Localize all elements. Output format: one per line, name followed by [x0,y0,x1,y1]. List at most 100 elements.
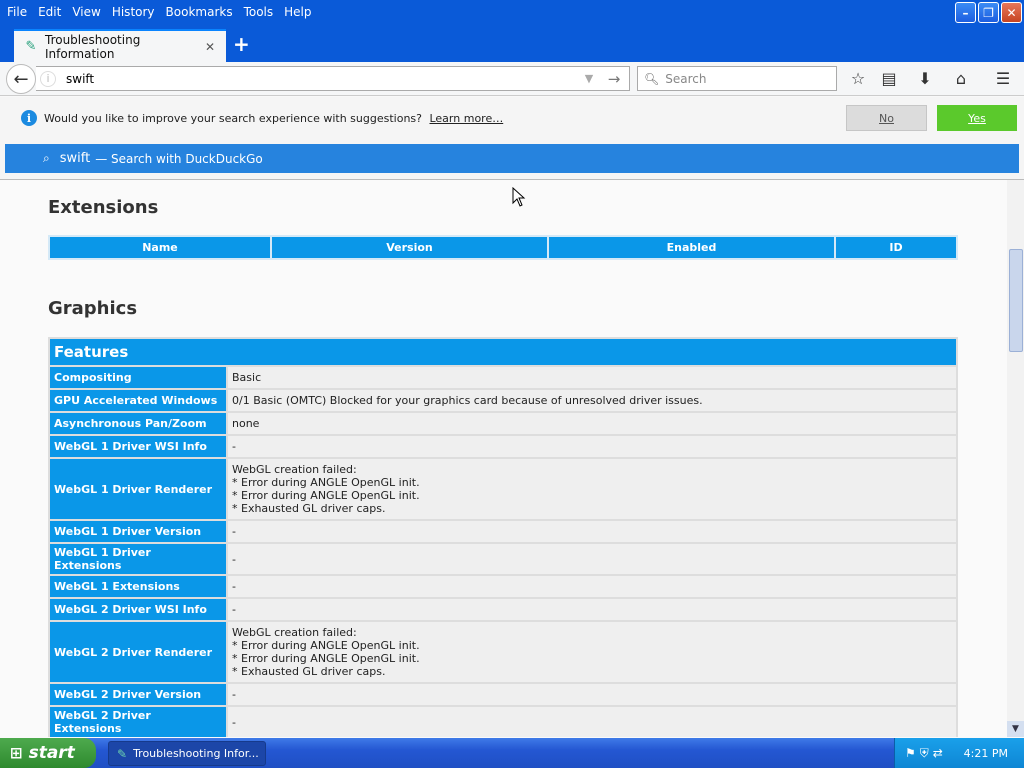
table-row: Compositing Basic [48,365,958,390]
tab-bar: ✎ Troubleshooting Information ✕ + [0,24,1024,62]
url-dropdown-icon[interactable]: ▼ [579,72,599,85]
table-row: WebGL 2 Driver Version - [48,682,958,707]
feature-value: Basic [226,365,958,390]
page-content: Extensions Name Version Enabled ID Graph… [0,180,1007,737]
learn-more-link[interactable]: Learn more… [429,112,503,125]
taskbar-item-firefox[interactable]: ✎ Troubleshooting Infor... [108,741,266,766]
windows-logo-icon: ⊞ [10,744,23,762]
suggestion-action: — Search with DuckDuckGo [95,151,263,166]
navigation-toolbar: ← i swift ▼ → 🔍︎ Search ☆ ▤ ⬇ ⌂ ☰ [0,62,1024,96]
home-icon[interactable]: ⌂ [950,68,972,90]
menu-tools[interactable]: Tools [244,5,274,19]
table-row: WebGL 1 Extensions - [48,574,958,599]
taskbar-item-label: Troubleshooting Infor... [133,747,259,760]
tab-close-icon[interactable]: ✕ [202,40,218,54]
extensions-heading: Extensions [48,197,159,218]
feature-value: - [226,434,958,459]
url-suggestion-popup: i Would you like to improve your search … [0,97,1024,180]
search-suggestion-row[interactable]: ⌕ swift — Search with DuckDuckGo [5,144,1019,173]
feature-key: WebGL 2 Driver Version [48,682,228,707]
scroll-down-icon[interactable]: ▼ [1007,721,1024,737]
feature-value-line: Basic [232,371,262,384]
feature-value: - [226,519,958,544]
reading-list-icon[interactable]: ▤ [878,68,900,90]
menu-help[interactable]: Help [284,5,311,19]
table-row: WebGL 1 Driver Renderer WebGL creation fa… [48,457,958,521]
back-arrow-icon[interactable]: ← [6,64,36,94]
feature-key: WebGL 2 Driver Renderer [48,620,228,684]
menu-file[interactable]: File [7,5,27,19]
table-row: WebGL 1 Driver Version - [48,519,958,544]
feature-key: Asynchronous Pan/Zoom [48,411,228,436]
feature-key: WebGL 1 Driver Renderer [48,457,228,521]
menu-history[interactable]: History [112,5,155,19]
scrollbar-thumb[interactable] [1009,249,1023,352]
search-input[interactable]: 🔍︎ Search [637,66,837,91]
feature-value: - [226,682,958,707]
search-icon: ⌕ [43,151,50,165]
minimize-icon[interactable]: – [955,2,976,23]
windows-taskbar: ⊞ start ✎ Troubleshooting Infor... ⚑ ⛨ ⇄… [0,738,1024,768]
hamburger-menu-icon[interactable]: ☰ [992,68,1014,90]
restore-icon[interactable]: ❐ [978,2,999,23]
wrench-icon: ✎ [117,746,128,761]
menu-bookmarks[interactable]: Bookmarks [166,5,233,19]
no-button[interactable]: No [846,105,927,131]
url-input[interactable]: swift [66,72,579,86]
feature-value-line: - [232,525,236,538]
feature-key: WebGL 2 Driver WSI Info [48,597,228,622]
feature-key: WebGL 1 Driver WSI Info [48,434,228,459]
feature-value-line: * Error during ANGLE OpenGL init. [232,489,420,502]
downloads-icon[interactable]: ⬇ [914,68,936,90]
window-controls: – ❐ ✕ [955,2,1022,23]
feature-value-line: - [232,552,236,566]
feature-key: WebGL 2 Driver Extensions [48,705,228,737]
menu-bar: File Edit View History Bookmarks Tools H… [0,0,1024,24]
column-enabled: Enabled [547,235,836,260]
site-info-icon[interactable]: i [40,70,56,87]
graphics-features-table: Features Compositing Basic GPU Accelerated… [48,337,958,737]
feature-value-line: * Error during ANGLE OpenGL init. [232,639,420,652]
column-name: Name [48,235,272,260]
table-row: Asynchronous Pan/Zoom none [48,411,958,436]
feature-value-line: WebGL creation failed: [232,626,357,639]
tab-troubleshooting[interactable]: ✎ Troubleshooting Information ✕ [14,29,226,62]
feature-key: Compositing [48,365,228,390]
table-row: WebGL 2 Driver WSI Info - [48,597,958,622]
table-row: WebGL 1 Driver Extensions - [48,542,958,576]
feature-value: none [226,411,958,436]
info-icon: i [21,110,37,126]
feature-value-line: WebGL creation failed: [232,463,357,476]
feature-value-line: * Exhausted GL driver caps. [232,665,386,678]
security-shield-icon[interactable]: ⛨ [920,746,929,761]
start-button[interactable]: ⊞ start [0,738,96,768]
search-placeholder: Search [665,71,707,86]
new-tab-icon[interactable]: + [233,34,250,54]
yes-button[interactable]: Yes [937,105,1017,131]
table-row: GPU Accelerated Windows 0/1 Basic (OMTC) … [48,388,958,413]
safely-remove-icon[interactable]: ⇄ [933,746,943,760]
extensions-table: Name Version Enabled ID [48,235,958,260]
menu-view[interactable]: View [72,5,100,19]
features-heading: Features [48,337,958,367]
table-row: WebGL 2 Driver Extensions - [48,705,958,737]
feature-key: GPU Accelerated Windows [48,388,228,413]
feature-value-line: 0/1 Basic (OMTC) Blocked for your graphi… [232,394,703,407]
search-icon: 🔍︎ [644,71,660,86]
wrench-icon: ✎ [25,39,37,54]
suggestion-prompt-text: Would you like to improve your search ex… [44,112,422,125]
suggestion-query: swift [59,151,91,166]
feature-value-line: - [232,688,236,701]
url-bar[interactable]: i swift ▼ → [36,66,630,91]
feature-value-line: * Error during ANGLE OpenGL init. [232,652,420,665]
feature-value-line: * Exhausted GL driver caps. [232,502,386,515]
menu-edit[interactable]: Edit [38,5,61,19]
mouse-cursor-icon [512,187,526,207]
bookmark-star-icon[interactable]: ☆ [847,68,869,90]
feature-value-line: none [232,417,260,430]
network-icon[interactable]: ⚑ [905,746,916,760]
go-arrow-icon[interactable]: → [599,70,629,88]
feature-value: - [226,542,958,576]
close-window-icon[interactable]: ✕ [1001,2,1022,23]
feature-key: WebGL 1 Driver Version [48,519,228,544]
